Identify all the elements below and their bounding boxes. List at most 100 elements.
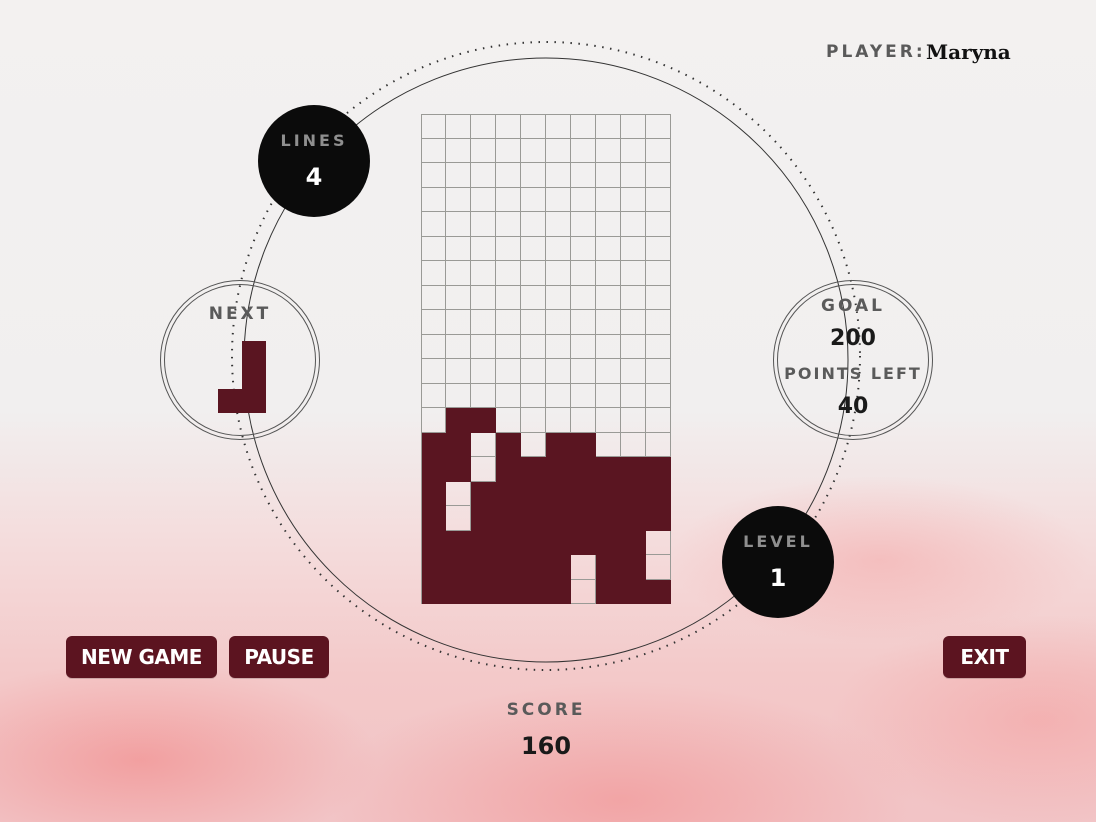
board-cell	[546, 212, 571, 237]
new-game-button[interactable]: NEW GAME	[66, 636, 217, 678]
lines-value: 4	[305, 163, 323, 191]
board-cell	[471, 138, 496, 163]
board-cell	[621, 261, 646, 286]
board-block	[546, 555, 571, 580]
board-cell	[521, 212, 546, 237]
board-cell	[546, 310, 571, 335]
board-cell	[496, 261, 521, 286]
board-block	[496, 481, 521, 506]
board-block	[621, 555, 646, 580]
board-cell	[496, 383, 521, 408]
board-block	[596, 457, 621, 482]
board-cell	[596, 383, 621, 408]
points-left-label: POINTS LEFT	[784, 364, 922, 383]
board-cell	[546, 408, 571, 433]
board-cell	[571, 163, 596, 188]
board-block	[521, 530, 546, 555]
board-cell	[621, 334, 646, 359]
board-cell	[421, 114, 446, 139]
next-piece-block	[242, 341, 266, 365]
board-cell	[471, 187, 496, 212]
board-block	[546, 481, 571, 506]
board-cell	[471, 383, 496, 408]
game-board[interactable]	[421, 114, 671, 604]
board-block	[646, 457, 671, 482]
board-block	[446, 457, 471, 482]
board-cell	[546, 163, 571, 188]
board-block	[471, 530, 496, 555]
board-block	[521, 506, 546, 531]
board-cell	[446, 138, 471, 163]
board-block	[421, 555, 446, 580]
board-cell	[471, 163, 496, 188]
board-cell	[646, 359, 671, 384]
next-piece-block	[242, 365, 266, 389]
board-cell	[596, 163, 621, 188]
board-block	[571, 432, 596, 457]
board-cell	[571, 555, 596, 580]
board-block	[571, 481, 596, 506]
board-cell	[446, 334, 471, 359]
board-cell	[496, 408, 521, 433]
board-cell	[471, 114, 496, 139]
level-counter: LEVEL 1	[722, 506, 834, 618]
board-block	[471, 579, 496, 604]
board-cell	[621, 212, 646, 237]
board-block	[471, 481, 496, 506]
board-block	[496, 457, 521, 482]
board-cell	[521, 359, 546, 384]
board-cell	[646, 555, 671, 580]
board-cell	[621, 383, 646, 408]
board-block	[646, 579, 671, 604]
player-name: Maryna	[926, 40, 1011, 64]
board-cell	[571, 579, 596, 604]
board-block	[546, 457, 571, 482]
board-cell	[446, 506, 471, 531]
board-cell	[596, 408, 621, 433]
board-block	[421, 530, 446, 555]
board-block	[471, 408, 496, 433]
pause-button[interactable]: PAUSE	[229, 636, 329, 678]
board-block	[471, 555, 496, 580]
board-cell	[621, 236, 646, 261]
board-cell	[621, 163, 646, 188]
board-cell	[496, 236, 521, 261]
board-cell	[646, 530, 671, 555]
board-block	[596, 530, 621, 555]
board-block	[496, 555, 521, 580]
board-cell	[521, 236, 546, 261]
board-cell	[621, 114, 646, 139]
board-cell	[496, 334, 521, 359]
board-block	[596, 506, 621, 531]
exit-button[interactable]: EXIT	[943, 636, 1026, 678]
board-cell	[446, 236, 471, 261]
board-block	[446, 432, 471, 457]
board-block	[596, 481, 621, 506]
board-cell	[446, 212, 471, 237]
board-cell	[596, 187, 621, 212]
board-cell	[546, 236, 571, 261]
board-cell	[621, 138, 646, 163]
board-cell	[421, 163, 446, 188]
score-label: SCORE	[506, 700, 586, 720]
player-label: PLAYER:	[826, 42, 926, 62]
board-cell	[496, 138, 521, 163]
board-cell	[596, 236, 621, 261]
board-block	[546, 579, 571, 604]
board-cell	[596, 138, 621, 163]
board-cell	[596, 261, 621, 286]
board-cell	[521, 334, 546, 359]
board-block	[521, 481, 546, 506]
lines-counter: LINES 4	[258, 105, 370, 217]
board-block	[596, 555, 621, 580]
board-cell	[546, 383, 571, 408]
board-cell	[421, 236, 446, 261]
next-label: NEXT	[208, 304, 272, 324]
score-value: 160	[520, 732, 572, 760]
board-cell	[646, 236, 671, 261]
board-cell	[571, 236, 596, 261]
board-cell	[471, 261, 496, 286]
board-cell	[546, 359, 571, 384]
board-cell	[596, 114, 621, 139]
board-cell	[646, 187, 671, 212]
